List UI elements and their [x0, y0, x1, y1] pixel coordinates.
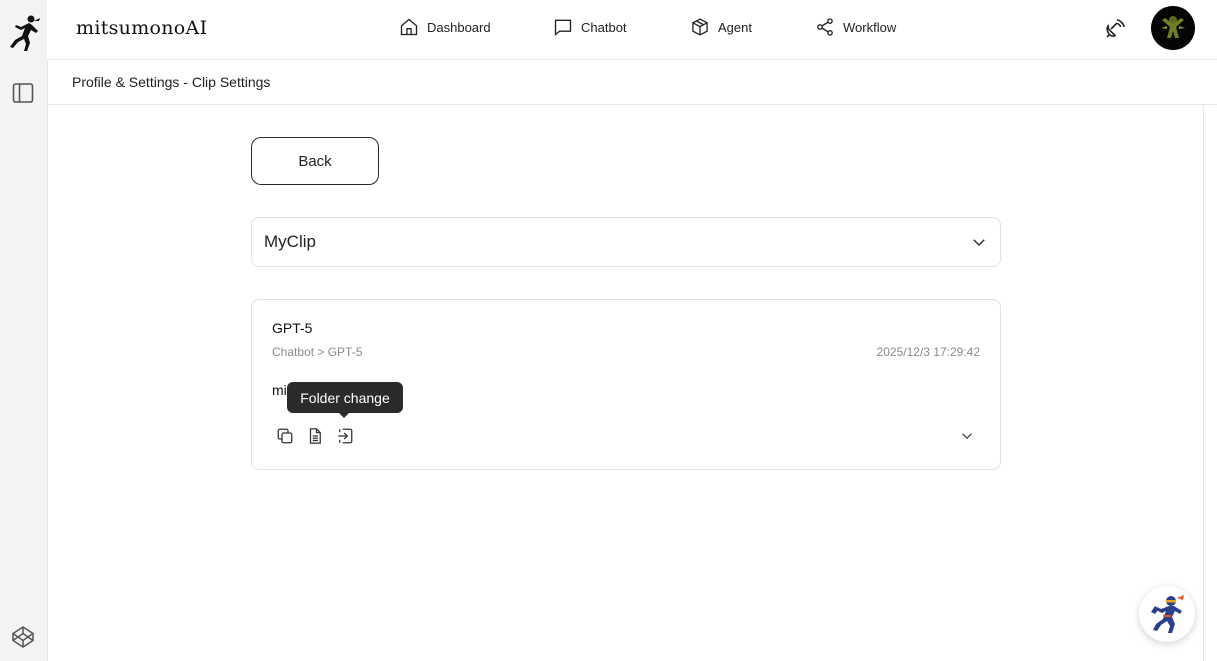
share-nodes-icon	[817, 18, 833, 36]
cube-icon	[692, 18, 708, 36]
chat-bubble-icon	[554, 19, 572, 36]
nav-agent[interactable]: Agent	[690, 17, 752, 37]
sidebar	[0, 0, 48, 661]
nav-dashboard[interactable]: Dashboard	[399, 17, 491, 37]
nav-agent-label: Agent	[718, 19, 752, 35]
brand-name: mitsumonoAI	[76, 17, 208, 39]
breadcrumb-bar: Profile & Settings - Clip Settings	[47, 60, 1217, 105]
copy-icon[interactable]	[276, 427, 294, 445]
clip-title: GPT-5	[272, 320, 313, 336]
clip-timestamp: 2025/12/3 17:29:42	[876, 345, 980, 359]
sidebar-toggle-icon[interactable]	[11, 81, 35, 105]
nav-chatbot-label: Chatbot	[581, 19, 627, 35]
expand-chevron-icon[interactable]	[958, 427, 976, 445]
chevron-down-icon	[973, 239, 985, 247]
clip-path: Chatbot > GPT-5	[272, 345, 363, 359]
folder-select[interactable]: MyClip	[251, 217, 1001, 267]
top-bar: mitsumonoAI Dashboard Chatbot Agent Work…	[47, 0, 1217, 60]
folder-change-icon[interactable]	[336, 427, 354, 445]
assistant-fab-button[interactable]	[1139, 586, 1195, 642]
nav-chatbot[interactable]: Chatbot	[553, 17, 627, 37]
back-button[interactable]: Back	[251, 137, 379, 185]
running-ninja-logo-icon[interactable]	[7, 14, 41, 52]
user-avatar[interactable]	[1151, 6, 1195, 50]
avatar-figure-icon	[1151, 6, 1195, 50]
codepen-icon[interactable]	[11, 625, 35, 649]
folder-select-value: MyClip	[264, 232, 316, 251]
nav-workflow-label: Workflow	[843, 19, 897, 35]
document-icon[interactable]	[306, 427, 324, 445]
home-icon	[400, 18, 418, 36]
tooltip-arrow	[338, 412, 350, 418]
content-divider	[1203, 105, 1204, 661]
satellite-icon[interactable]	[1103, 17, 1127, 41]
ninja-assistant-icon	[1151, 595, 1184, 633]
breadcrumb: Profile & Settings - Clip Settings	[72, 74, 271, 90]
nav-dashboard-label: Dashboard	[427, 19, 491, 35]
nav-workflow[interactable]: Workflow	[815, 17, 896, 37]
folder-change-tooltip: Folder change	[287, 382, 403, 413]
clip-preview-text: mi	[272, 382, 287, 398]
